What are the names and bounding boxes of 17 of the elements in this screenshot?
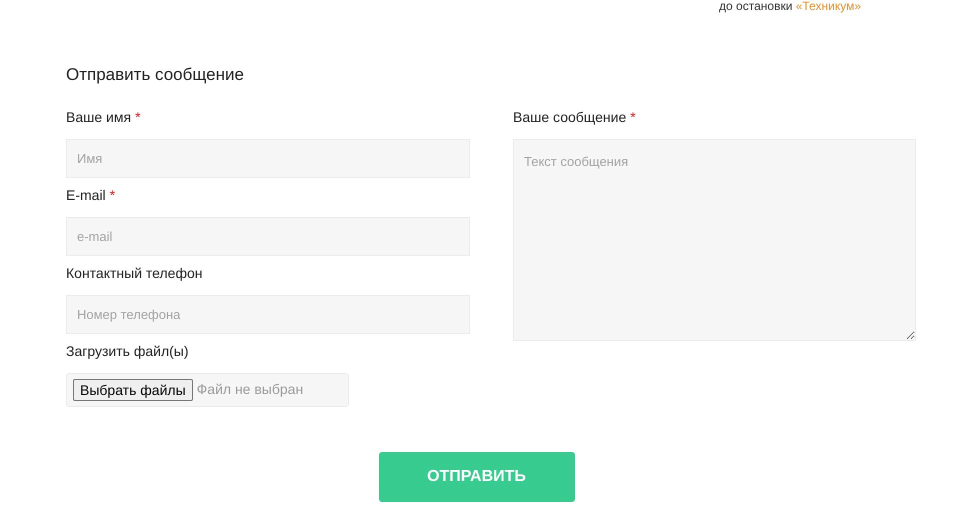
field-label: Контактный телефон (66, 264, 202, 283)
text-input-field[interactable]: e-mail (66, 216, 470, 256)
file-upload-field[interactable]: Выбрать файлы Файл не выбран (66, 372, 349, 406)
directions-text: до остановки «Техникум» (719, 0, 861, 12)
required-asterisk: * (630, 108, 636, 127)
text-input-field[interactable]: Имя (66, 138, 470, 178)
choose-files-button[interactable]: Выбрать файлы (73, 378, 193, 400)
form-title: Отправить сообщение (66, 64, 245, 86)
field-label: Загрузить файл(ы) (66, 342, 188, 361)
message-textarea[interactable]: Текст сообщения (513, 138, 916, 340)
file-status-text: Файл не выбран (196, 380, 304, 399)
field-label: Ваше имя (66, 108, 132, 127)
field-label: E-mail (66, 186, 106, 205)
field-label: Ваше сообщение (513, 108, 626, 127)
text-input-field[interactable]: Номер телефона (66, 294, 470, 334)
required-asterisk: * (135, 108, 141, 127)
required-asterisk: * (110, 186, 116, 205)
